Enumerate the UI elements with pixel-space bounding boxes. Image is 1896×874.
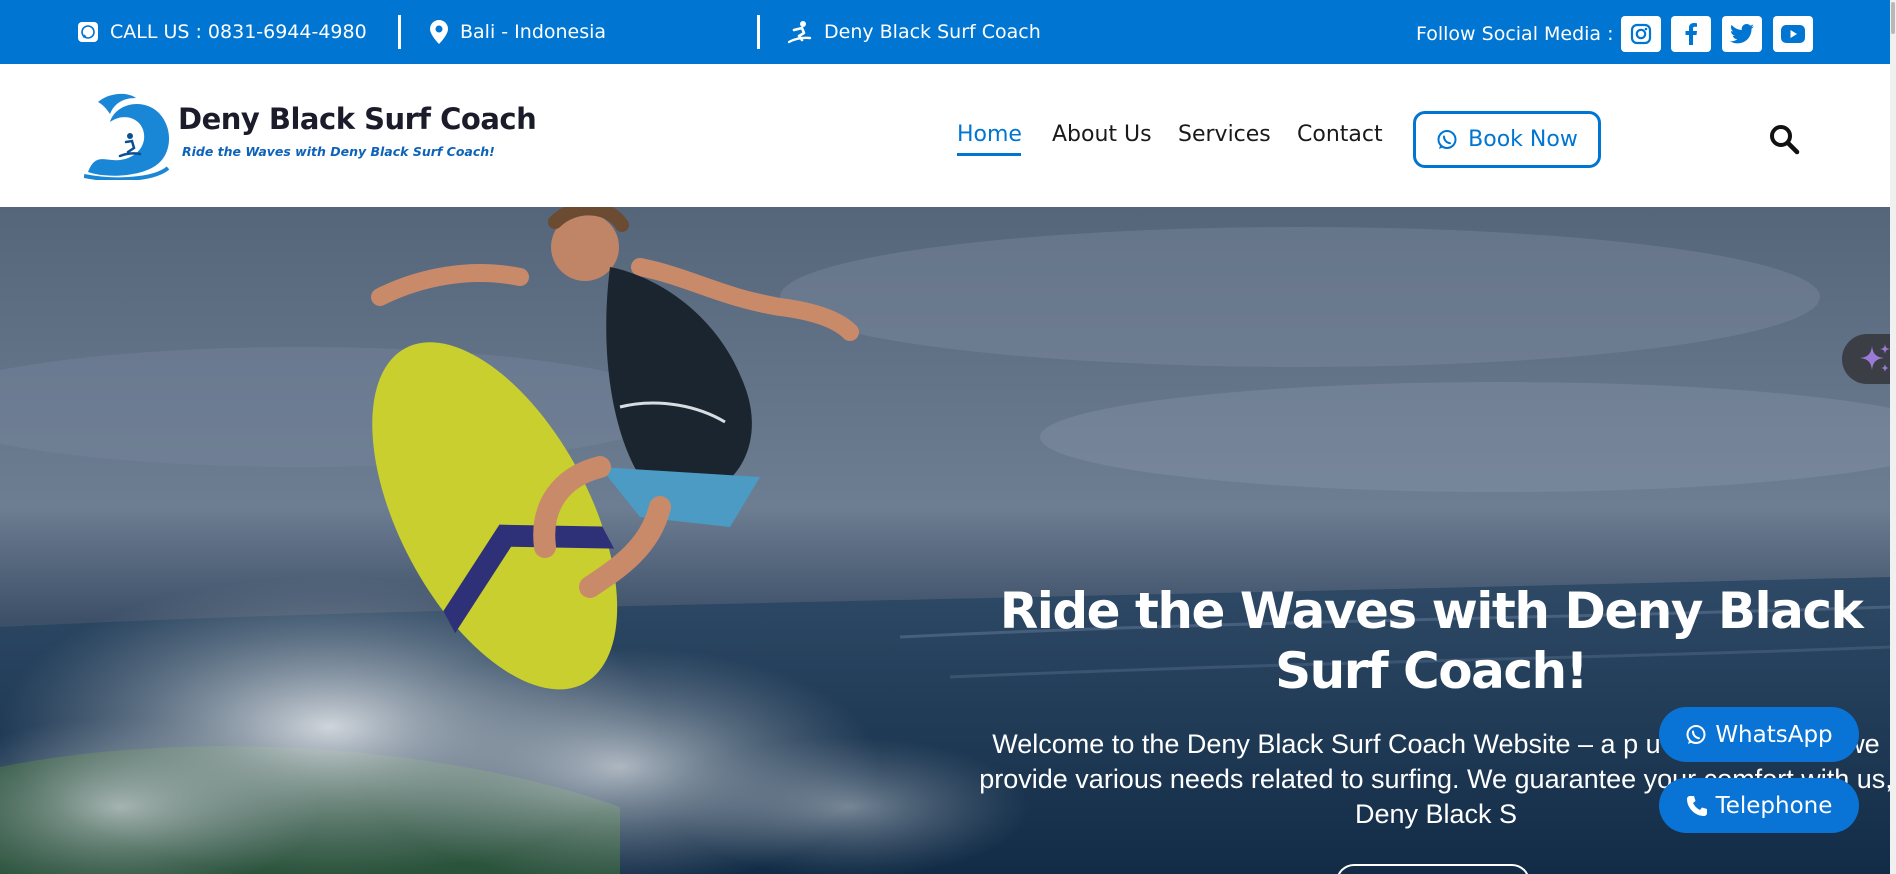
instagram-icon [1630, 23, 1652, 45]
brand-info: Deny Black Surf Coach [788, 0, 1041, 64]
nav-contact[interactable]: Contact [1297, 122, 1383, 147]
social-label: Follow Social Media : [1416, 23, 1614, 45]
nav-active-underline [957, 153, 1021, 156]
site-logo[interactable]: Deny Black Surf Coach Ride the Waves wit… [84, 92, 537, 182]
telephone-label: Telephone [1715, 792, 1833, 819]
whatsapp-icon [1686, 724, 1706, 744]
hero-cta-button[interactable] [1336, 864, 1530, 874]
whatsapp-label: WhatsApp [1715, 721, 1833, 748]
youtube-button[interactable] [1773, 16, 1813, 52]
divider [398, 15, 401, 49]
search-button[interactable] [1768, 123, 1800, 155]
logo-title: Deny Black Surf Coach [178, 102, 537, 136]
wave-logo-icon [84, 93, 170, 180]
nav-home[interactable]: Home [957, 122, 1022, 147]
scrollbar-thumb[interactable] [1891, 2, 1895, 34]
site-header: Deny Black Surf Coach Ride the Waves wit… [0, 64, 1890, 207]
phone-contact[interactable]: CALL US : 0831-6944-4980 [78, 0, 367, 64]
divider [757, 15, 760, 49]
phone-text: CALL US : 0831-6944-4980 [110, 21, 367, 43]
twitter-icon [1730, 24, 1754, 44]
ai-assistant-button[interactable] [1842, 334, 1896, 384]
instagram-button[interactable] [1621, 16, 1661, 52]
phone-icon [1686, 795, 1707, 816]
brand-text: Deny Black Surf Coach [824, 21, 1041, 43]
twitter-button[interactable] [1722, 16, 1762, 52]
whatsapp-icon [78, 22, 98, 42]
hero-section: Ride the Waves with Deny Black Surf Coac… [0, 207, 1890, 874]
hero-title: Ride the Waves with Deny Black Surf Coac… [999, 582, 1864, 700]
location-text: Bali - Indonesia [460, 21, 607, 43]
youtube-icon [1781, 25, 1805, 43]
location-info: Bali - Indonesia [430, 0, 606, 64]
sparkle-icon [1860, 344, 1890, 372]
whatsapp-icon [1437, 129, 1457, 149]
map-pin-icon [430, 20, 448, 44]
facebook-button[interactable] [1671, 16, 1711, 52]
logo-tagline: Ride the Waves with Deny Black Surf Coac… [182, 144, 495, 159]
surfer-icon [788, 21, 812, 44]
nav-about-us[interactable]: About Us [1052, 122, 1152, 147]
page-scrollbar[interactable] [1890, 0, 1896, 874]
facebook-icon [1685, 23, 1697, 45]
nav-services[interactable]: Services [1178, 122, 1271, 147]
telephone-float-button[interactable]: Telephone [1659, 778, 1859, 833]
book-now-button[interactable]: Book Now [1413, 111, 1601, 168]
whatsapp-float-button[interactable]: WhatsApp [1659, 707, 1859, 762]
book-now-label: Book Now [1468, 127, 1578, 152]
top-bar: CALL US : 0831-6944-4980 Bali - Indonesi… [0, 0, 1896, 64]
search-icon [1770, 125, 1800, 155]
